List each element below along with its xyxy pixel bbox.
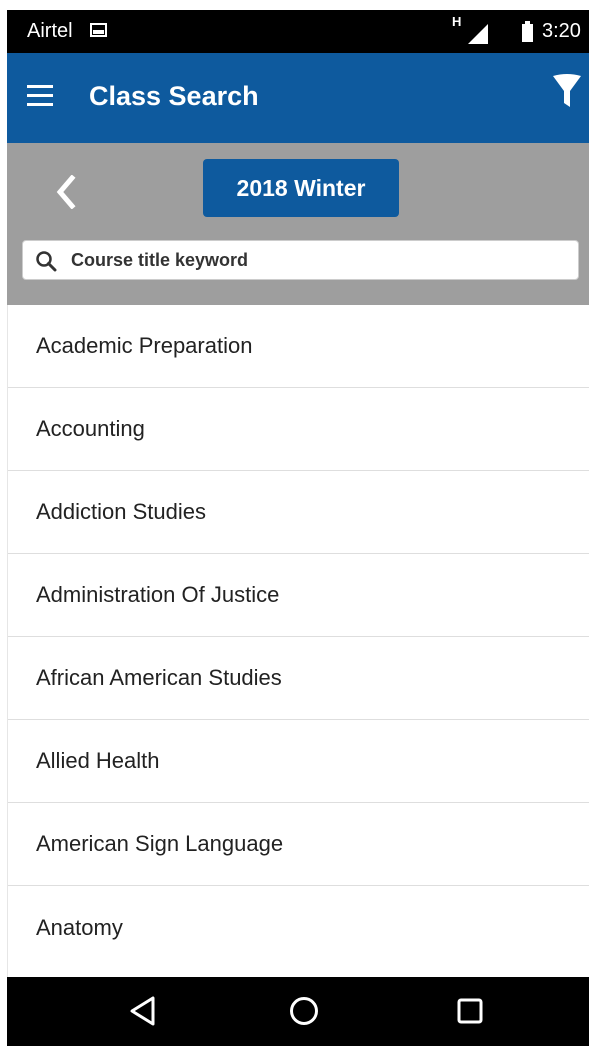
list-item[interactable]: Administration Of Justice	[8, 554, 589, 637]
nav-home-circle-icon[interactable]	[287, 994, 321, 1028]
list-item[interactable]: African American Studies	[8, 637, 589, 720]
search-placeholder: Course title keyword	[71, 250, 249, 270]
chevron-left-icon[interactable]	[53, 174, 79, 210]
nav-recent-square-icon[interactable]	[453, 994, 487, 1028]
clock: 3:20	[542, 20, 581, 42]
network-type: H	[452, 14, 462, 29]
hamburger-menu-icon[interactable]	[27, 85, 53, 107]
carrier-name: Airtel	[27, 20, 73, 42]
list-item[interactable]: Allied Health	[8, 720, 589, 803]
list-item[interactable]: Academic Preparation	[8, 305, 589, 388]
term-bar: 2018 Winter Course title keyword	[7, 143, 589, 305]
list-item[interactable]: American Sign Language	[8, 803, 589, 886]
signal-icon	[468, 24, 488, 44]
search-input[interactable]: Course title keyword	[22, 240, 579, 280]
list-item[interactable]: Anatomy	[8, 886, 589, 969]
screen: Airtel H 3:20 Class Search 2018 Winter C…	[0, 0, 589, 1046]
subject-list: Academic Preparation Accounting Addictio…	[7, 305, 589, 977]
system-nav-bar	[7, 977, 589, 1046]
filter-funnel-icon[interactable]	[552, 73, 582, 113]
status-bar: Airtel H 3:20	[7, 10, 589, 53]
list-item[interactable]: Accounting	[8, 388, 589, 471]
term-selector-button[interactable]: 2018 Winter	[203, 159, 399, 217]
app-bar: Class Search	[7, 53, 589, 143]
image-notification-icon	[90, 23, 107, 37]
page-title: Class Search	[89, 81, 259, 111]
battery-icon	[522, 21, 533, 42]
list-item[interactable]: Addiction Studies	[8, 471, 589, 554]
search-icon	[35, 250, 57, 272]
nav-back-triangle-icon[interactable]	[126, 994, 160, 1028]
